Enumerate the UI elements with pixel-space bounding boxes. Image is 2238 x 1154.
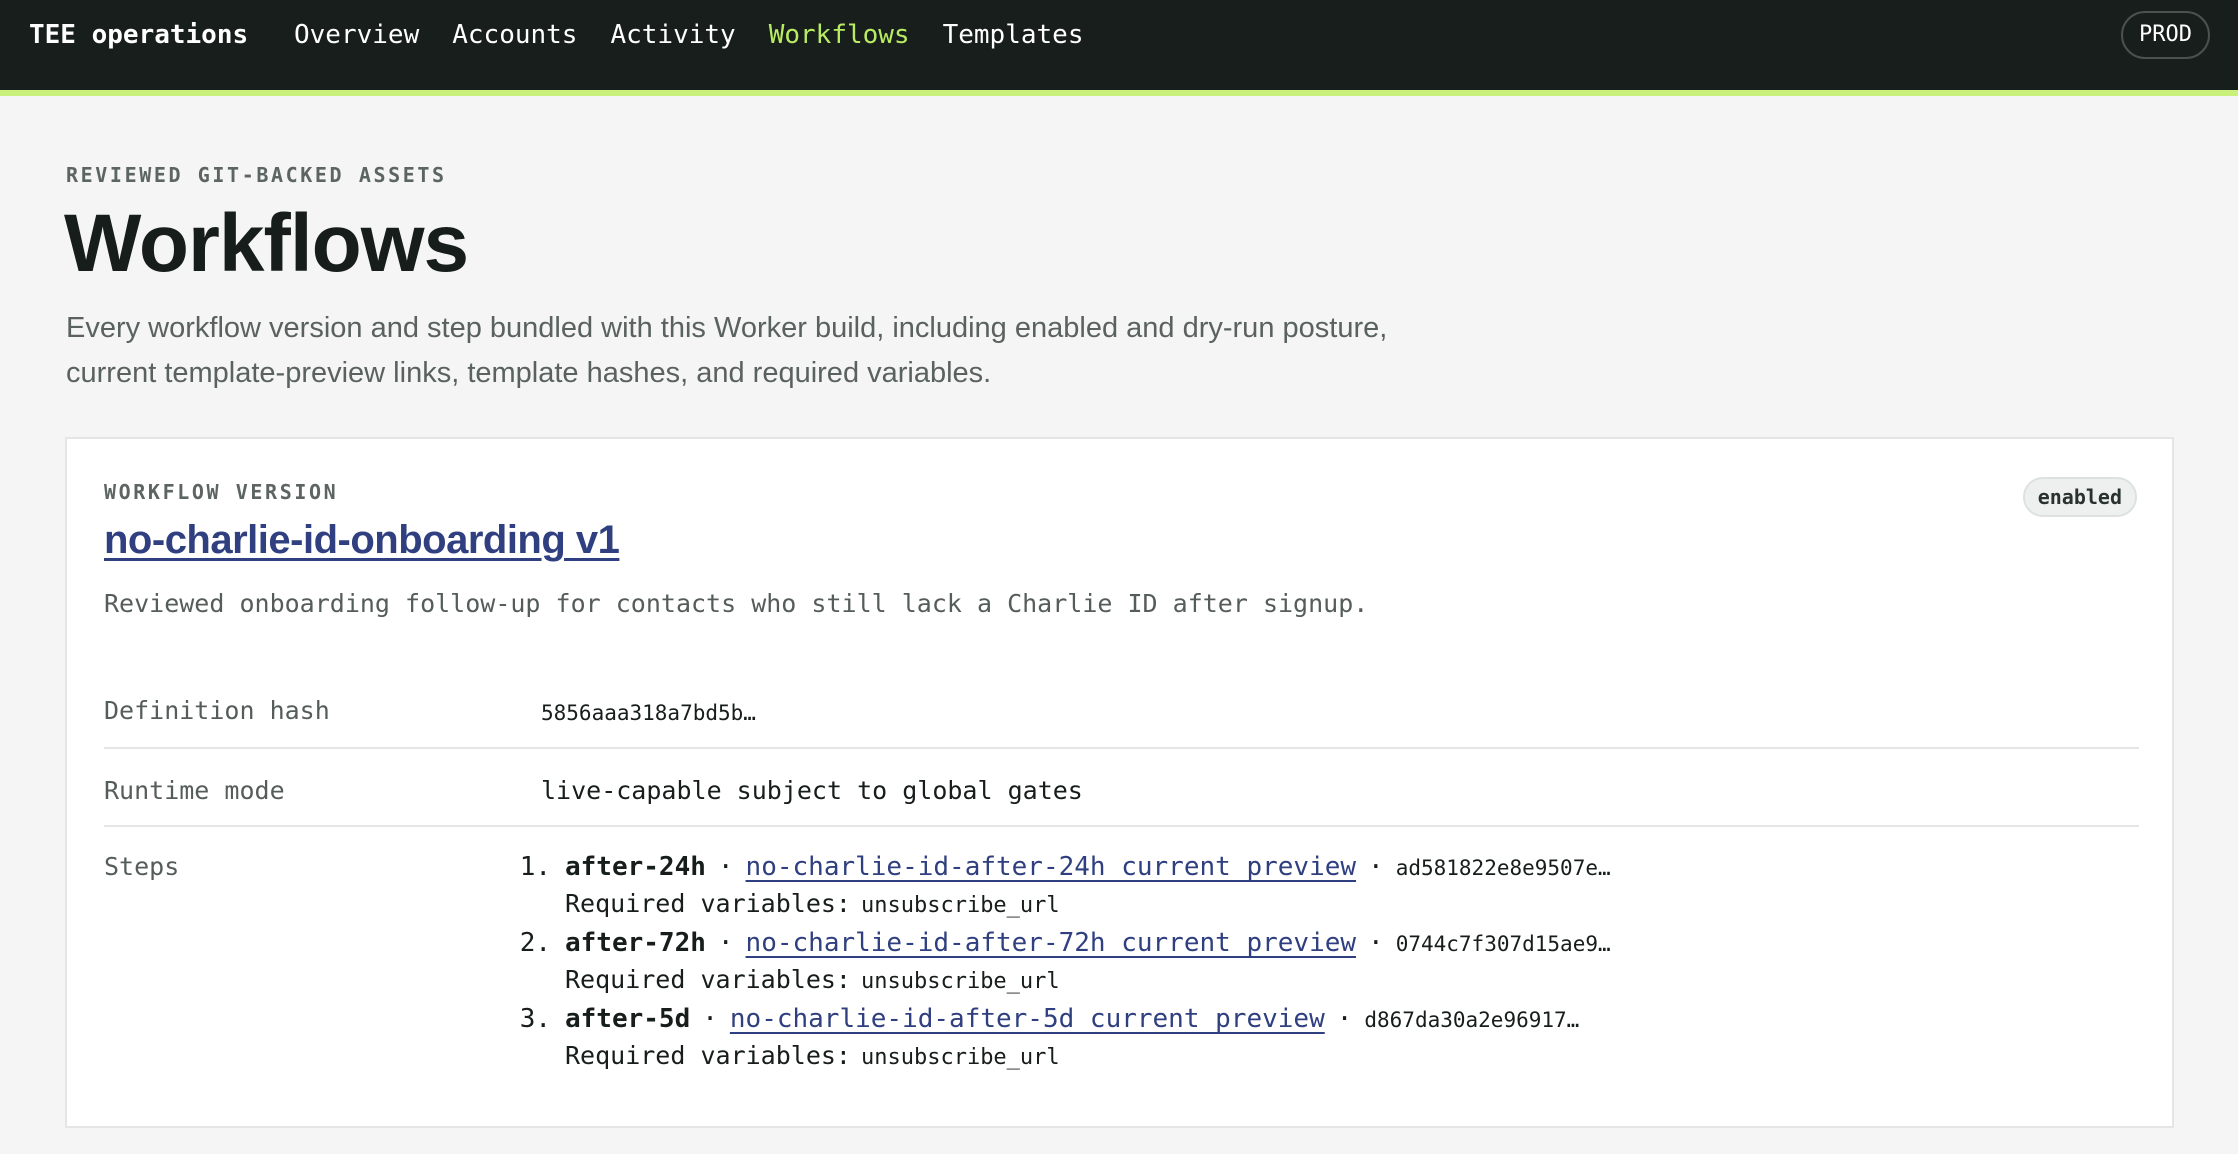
separator: · [702,1004,718,1034]
page-eyebrow: REVIEWED GIT-BACKED ASSETS [66,163,447,187]
step-number: 3. [519,1004,551,1034]
environment-badge: PROD [2121,11,2210,59]
runtime-mode-value: live-capable subject to global gates [541,776,1083,805]
workflow-description: Reviewed onboarding follow-up for contac… [104,589,1369,618]
step-number: 2. [519,928,551,958]
nav-link-activity[interactable]: Activity [610,16,735,54]
step-preview-link[interactable]: no-charlie-id-after-5d current preview [730,1004,1325,1034]
steps-label: Steps [104,852,180,881]
step-number: 1. [519,852,551,882]
runtime-mode-label: Runtime mode [104,776,285,805]
top-navigation-bar: TEE operations Overview Accounts Activit… [0,0,2238,96]
required-variables-value: unsubscribe_url [860,893,1060,918]
workflow-title-link[interactable]: no-charlie-id-onboarding v1 [104,513,620,567]
page-description: Every workflow version and step bundled … [66,312,1388,389]
required-variables-value: unsubscribe_url [860,969,1060,994]
workflow-card: WORKFLOW VERSION enabled no-charlie-id-o… [65,437,2174,1128]
required-variables-value: unsubscribe_url [860,1045,1060,1070]
nav-link-overview[interactable]: Overview [294,16,419,54]
page-title: Workflows [64,198,469,289]
separator: · [1368,852,1384,882]
runtime-mode-row: Runtime mode live-capable subject to glo… [104,751,2139,827]
step-name: after-72h [565,928,706,958]
definition-hash-row: Definition hash 5856aaa318a7bd5b… [104,685,2139,749]
step-template-hash: d867da30a2e96917… [1364,1008,1580,1032]
definition-hash-label: Definition hash [104,696,330,725]
nav-link-accounts[interactable]: Accounts [452,16,577,54]
required-variables-label: Required variables: [565,965,851,994]
brand-title[interactable]: TEE operations [29,16,248,54]
step-template-hash: ad581822e8e9507e… [1395,856,1611,880]
step-name: after-24h [565,852,706,882]
required-variables-label: Required variables: [565,889,851,918]
step-preview-link[interactable]: no-charlie-id-after-72h current preview [746,928,1356,958]
nav-link-workflows[interactable]: Workflows [769,16,910,54]
step-template-hash: 0744c7f307d15ae9… [1395,932,1611,956]
workflow-version-eyebrow: WORKFLOW VERSION [104,480,339,504]
nav-link-templates[interactable]: Templates [943,16,1084,54]
separator: · [1368,928,1384,958]
main-nav: Overview Accounts Activity Workflows Tem… [294,16,1116,54]
status-badge: enabled [2022,477,2137,517]
required-variables-label: Required variables: [565,1041,851,1070]
separator: · [717,928,734,958]
steps-row: Steps 1. after-24h · no-charlie-id-after-2… [104,829,2139,1109]
step-name: after-5d [565,1004,691,1034]
separator: · [1336,1004,1353,1034]
separator: · [717,852,734,882]
step-preview-link[interactable]: no-charlie-id-after-24h current preview [746,852,1356,882]
definition-hash-value: 5856aaa318a7bd5b… [541,701,756,725]
